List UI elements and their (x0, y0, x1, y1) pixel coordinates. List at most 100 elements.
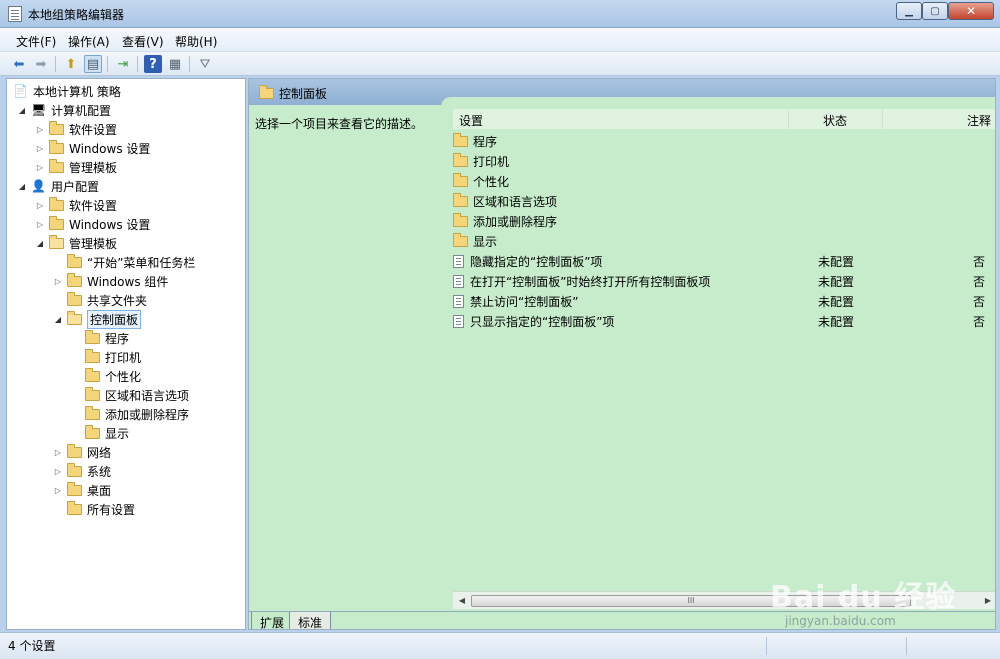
minimize-button[interactable]: ▁ (896, 2, 922, 20)
description-text: 选择一个项目来查看它的描述。 (255, 117, 424, 131)
tree-item-computer-config[interactable]: ◢ 🖥 计算机配置 (17, 101, 111, 119)
filter-icon[interactable]: ⛛ (196, 55, 214, 73)
list-item-folder[interactable]: 区域和语言选项 (453, 191, 995, 211)
export-icon[interactable]: ⇥ (114, 55, 132, 73)
tab-extended[interactable]: 扩展 (251, 612, 294, 629)
column-header-setting[interactable]: 设置 (453, 109, 789, 129)
tree-item-computer-software[interactable]: ▷ 软件设置 (35, 120, 117, 138)
tree-label: 管理模板 (69, 160, 118, 175)
tree-item-cp-add-remove[interactable]: 添加或删除程序 (85, 405, 189, 423)
details-title-text: 控制面板 (279, 87, 328, 101)
expand-arrow-icon[interactable]: ▷ (53, 486, 63, 495)
tree-item-user-windows[interactable]: ▷ Windows 设置 (35, 215, 150, 233)
list-item-label: 区域和语言选项 (473, 194, 558, 209)
list-item-label: 个性化 (473, 174, 510, 189)
policy-state: 未配置 (818, 274, 855, 289)
baidu-watermark: Bai du 经验 (770, 580, 957, 615)
tree-item-network[interactable]: ▷ 网络 (53, 443, 111, 461)
list-item-folder[interactable]: 显示 (453, 231, 995, 251)
expand-arrow-icon[interactable]: ▷ (35, 220, 45, 229)
close-button[interactable]: ✕ (948, 2, 994, 20)
forward-icon[interactable]: ➡ (32, 55, 50, 73)
policy-state: 未配置 (818, 314, 855, 329)
tree-label: 共享文件夹 (87, 293, 148, 308)
policy-comment: 否 (973, 314, 986, 329)
details-pane: 控制面板 选择一个项目来查看它的描述。 设置 状态 注释 程序 打印机 个性化 … (248, 78, 996, 630)
tree-item-computer-admin[interactable]: ▷ 管理模板 (35, 158, 117, 176)
tree-label: 管理模板 (69, 236, 118, 251)
scroll-left-icon[interactable]: ◀ (455, 594, 469, 608)
folder-icon (259, 85, 274, 99)
policy-name: 禁止访问“控制面板” (470, 294, 579, 309)
menu-bar: 文件(F) 操作(A) 查看(V) 帮助(H) (0, 28, 1000, 52)
toolbar-separator (189, 56, 190, 72)
folder-icon (453, 152, 468, 167)
tree-item-cp-programs[interactable]: 程序 (85, 329, 129, 347)
tab-standard[interactable]: 标准 (289, 612, 332, 629)
maximize-button[interactable]: ▢ (922, 2, 948, 20)
expand-arrow-icon[interactable]: ▷ (53, 277, 63, 286)
tree-item-computer-windows[interactable]: ▷ Windows 设置 (35, 139, 150, 157)
menu-action[interactable]: 操作(A) (68, 33, 110, 50)
tree-item-system[interactable]: ▷ 系统 (53, 462, 111, 480)
tree-item-windows-components[interactable]: ▷ Windows 组件 (53, 272, 168, 290)
tree-item-shared-folders[interactable]: 共享文件夹 (53, 291, 147, 309)
tree-item-all-settings[interactable]: 所有设置 (53, 500, 135, 518)
back-icon[interactable]: ⬅ (10, 55, 28, 73)
menu-help[interactable]: 帮助(H) (175, 33, 217, 50)
tree-item-start-menu[interactable]: “开始”菜单和任务栏 (53, 253, 195, 271)
policy-row[interactable]: 在打开“控制面板”时始终打开所有控制面板项 未配置 否 (453, 271, 995, 291)
tree-root[interactable]: 📄 本地计算机 策略 (13, 82, 121, 100)
expand-arrow-icon[interactable]: ▷ (35, 144, 45, 153)
policy-row[interactable]: 隐藏指定的“控制面板”项 未配置 否 (453, 251, 995, 271)
expand-arrow-icon[interactable]: ▷ (53, 467, 63, 476)
help-icon[interactable]: ? (144, 55, 162, 73)
folder-icon (67, 481, 82, 496)
list-item-folder[interactable]: 添加或删除程序 (453, 211, 995, 231)
folder-icon (85, 367, 100, 382)
menu-file[interactable]: 文件(F) (16, 33, 56, 50)
expand-arrow-icon[interactable]: ▷ (35, 125, 45, 134)
tree-label: 桌面 (87, 483, 112, 498)
list-item-folder[interactable]: 个性化 (453, 171, 995, 191)
toolbar-separator (55, 56, 56, 72)
tree-item-cp-regional[interactable]: 区域和语言选项 (85, 386, 189, 404)
tree-item-user-config[interactable]: ◢ 👤 用户配置 (17, 177, 99, 195)
list-item-folder[interactable]: 打印机 (453, 151, 995, 171)
tree-label: 用户配置 (51, 179, 100, 194)
tree-label: 网络 (87, 445, 112, 460)
policy-state: 未配置 (818, 294, 855, 309)
tree-item-control-panel[interactable]: ◢ 控制面板 (53, 309, 142, 329)
collapse-arrow-icon[interactable]: ◢ (35, 239, 45, 248)
status-text: 4 个设置 (8, 639, 56, 653)
collapse-arrow-icon[interactable]: ◢ (53, 315, 63, 324)
expand-arrow-icon[interactable]: ▷ (53, 448, 63, 457)
folder-icon (453, 192, 468, 207)
list-item-folder[interactable]: 程序 (453, 131, 995, 151)
tree-pane[interactable]: 📄 本地计算机 策略 ◢ 🖥 计算机配置 ▷ 软件设置 ▷ Windows 设置… (6, 78, 246, 630)
expand-arrow-icon[interactable]: ▷ (35, 201, 45, 210)
tree-item-user-admin[interactable]: ◢ 管理模板 (35, 234, 117, 252)
column-header-state[interactable]: 状态 (789, 109, 883, 129)
toolbar: ⬅ ➡ ⬆ ▤ ⇥ ? ▦ ⛛ (0, 52, 1000, 76)
folder-icon (49, 139, 64, 154)
up-folder-icon[interactable]: ⬆ (62, 55, 80, 73)
policy-row[interactable]: 禁止访问“控制面板” 未配置 否 (453, 291, 995, 311)
scroll-right-icon[interactable]: ▶ (981, 594, 995, 608)
tree-label: 打印机 (105, 350, 142, 365)
policy-row[interactable]: 只显示指定的“控制面板”项 未配置 否 (453, 311, 995, 331)
collapse-arrow-icon[interactable]: ◢ (17, 182, 27, 191)
title-bar: 本地组策略编辑器 ▁ ▢ ✕ (0, 0, 1000, 28)
collapse-arrow-icon[interactable]: ◢ (17, 106, 27, 115)
column-header-comment[interactable]: 注释 (883, 109, 995, 129)
properties-icon[interactable]: ▦ (166, 55, 184, 73)
menu-view[interactable]: 查看(V) (122, 33, 164, 50)
tree-item-desktop[interactable]: ▷ 桌面 (53, 481, 111, 499)
tree-item-cp-display[interactable]: 显示 (85, 424, 129, 442)
tree-item-cp-printers[interactable]: 打印机 (85, 348, 141, 366)
tree-item-cp-personalization[interactable]: 个性化 (85, 367, 141, 385)
expand-arrow-icon[interactable]: ▷ (35, 163, 45, 172)
tree-item-user-software[interactable]: ▷ 软件设置 (35, 196, 117, 214)
show-hide-tree-icon[interactable]: ▤ (84, 55, 102, 73)
tree-label: “开始”菜单和任务栏 (87, 255, 196, 270)
